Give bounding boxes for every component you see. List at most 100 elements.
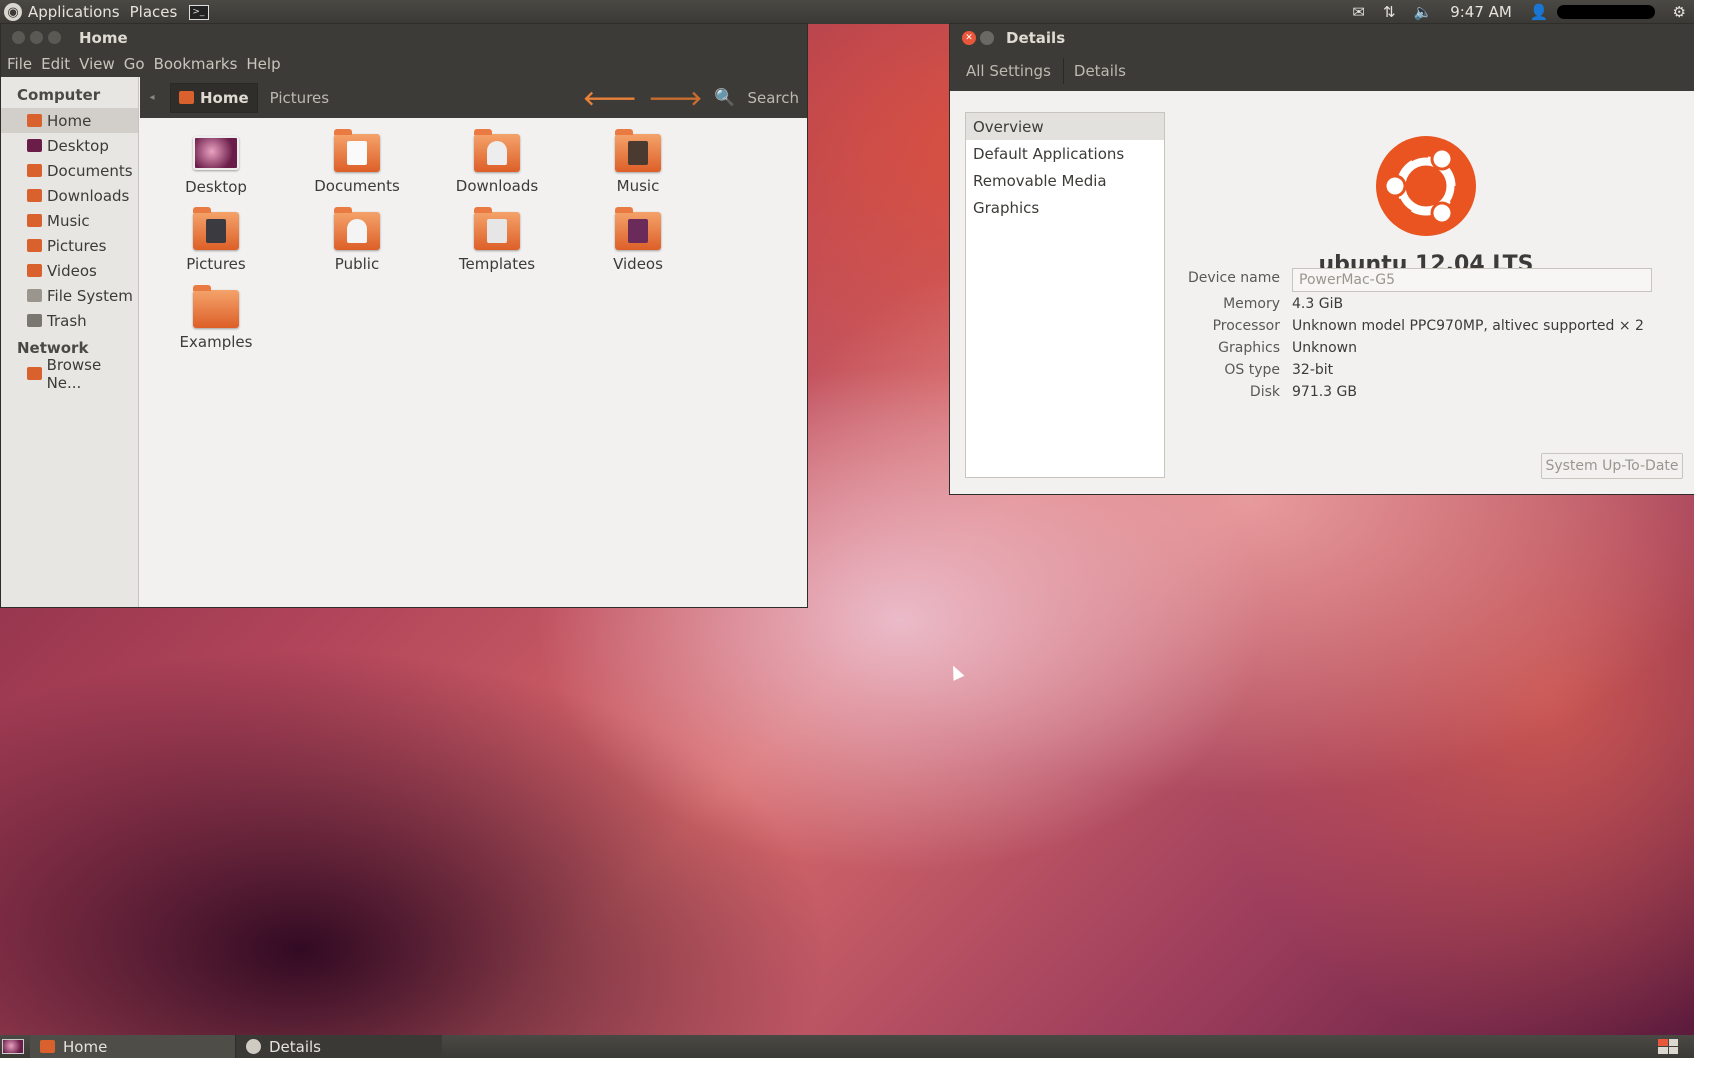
file-music[interactable]: Music [578,124,698,195]
menu-edit[interactable]: Edit [41,55,70,73]
examples-link-icon [193,285,239,328]
bottom-panel: Home Details [0,1035,1694,1058]
disk-row: Disk 971.3 GB [1150,384,1690,406]
documents-folder-icon [334,129,380,172]
window-title: Home [79,28,128,47]
settings-breadcrumb: All Settings Details [950,51,1694,91]
file-public[interactable]: Public [297,202,417,273]
menu-go[interactable]: Go [124,55,145,73]
sidebar-item-videos[interactable]: Videos [1,258,138,283]
maximize-button[interactable] [48,31,61,44]
file-pictures[interactable]: Pictures [156,202,276,273]
minimize-button[interactable] [980,30,994,45]
file-desktop[interactable]: Desktop [156,124,276,196]
device-name-field[interactable]: PowerMac-G5 [1292,268,1652,292]
taskbar-item-details[interactable]: Details [236,1035,442,1058]
disk-value: 971.3 GB [1292,384,1357,400]
templates-folder-icon [474,207,520,250]
close-icon[interactable]: ✕ [962,30,976,45]
processor-row: Processor Unknown model PPC970MP, altive… [1150,318,1690,340]
processor-label: Processor [1212,318,1280,334]
graphics-label: Graphics [1218,340,1280,356]
sidebar-item-home[interactable]: Home [1,108,138,133]
os-type-label: OS type [1224,362,1280,378]
top-panel: ◉ Applications Places >_ ✉ ⇅ 🔈 9:47 AM 👤… [0,0,1694,24]
sidebar-item-pictures[interactable]: Pictures [1,233,138,258]
drive-icon [27,289,42,302]
file-examples[interactable]: Examples [156,280,276,351]
sidebar-item-desktop[interactable]: Desktop [1,133,138,158]
gear-icon[interactable]: ⚙ [1673,3,1686,21]
file-videos[interactable]: Videos [578,202,698,273]
menu-places[interactable]: Places [130,3,178,21]
file-view: Desktop Documents Downloads Music Pictur… [140,118,807,607]
sidebar-header-computer: Computer [17,86,101,104]
menu-view[interactable]: View [79,55,115,73]
minimize-button[interactable] [30,31,43,44]
volume-icon[interactable]: 🔈 [1414,3,1433,21]
section-removable-media[interactable]: Removable Media [966,167,1164,194]
search-icon[interactable]: 🔍 [714,88,735,108]
menu-applications[interactable]: Applications [28,3,120,21]
breadcrumb-left-icon[interactable]: ◂ [142,92,162,103]
taskbar-item-home[interactable]: Home [30,1035,236,1058]
system-up-to-date-button[interactable]: System Up-To-Date [1541,453,1683,479]
sidebar-item-music[interactable]: Music [1,208,138,233]
disk-label: Disk [1249,384,1280,400]
memory-value: 4.3 GiB [1292,296,1344,312]
processor-value: Unknown model PPC970MP, altivec supporte… [1292,318,1644,334]
network-icon[interactable]: ⇅ [1383,3,1396,21]
desktop-icon [193,136,239,170]
ubuntu-logo-icon[interactable]: ◉ [4,3,22,21]
network-folder-icon [27,367,42,380]
file-documents[interactable]: Documents [297,124,417,195]
search-button[interactable]: Search [747,89,799,107]
trash-icon [27,314,42,327]
home-folder-icon [40,1040,55,1053]
videos-folder-icon [615,207,661,250]
breadcrumb-home[interactable]: Home [170,82,258,113]
mail-icon[interactable]: ✉ [1352,3,1365,21]
file-manager-titlebar[interactable]: Home [1,24,807,51]
section-overview[interactable]: Overview [966,113,1164,140]
downloads-folder-icon [27,189,42,202]
close-button[interactable] [12,31,25,44]
all-settings-button[interactable]: All Settings [964,58,1053,84]
sidebar-item-file-system[interactable]: File System [1,283,138,308]
menu-help[interactable]: Help [246,55,280,73]
sidebar-item-downloads[interactable]: Downloads [1,183,138,208]
forward-arrow-icon[interactable]: 🡒 [649,86,703,110]
documents-folder-icon [27,164,42,177]
section-graphics[interactable]: Graphics [966,194,1164,221]
file-downloads[interactable]: Downloads [437,124,557,195]
desktop: ◉ Applications Places >_ ✉ ⇅ 🔈 9:47 AM 👤… [0,0,1694,1058]
pictures-folder-icon [27,239,42,252]
user-icon[interactable]: 👤 [1530,3,1549,21]
mouse-cursor-icon [947,663,965,681]
details-titlebar[interactable]: ✕ Details [950,24,1694,51]
user-name-redacted[interactable] [1556,5,1655,19]
music-folder-icon [615,129,661,172]
details-crumb[interactable]: Details [1062,58,1128,84]
downloads-folder-icon [474,129,520,172]
clock[interactable]: 9:47 AM [1450,3,1512,21]
terminal-icon[interactable]: >_ [189,4,210,20]
ubuntu-logo-icon [1376,136,1476,236]
os-type-row: OS type 32-bit [1150,362,1690,384]
section-default-applications[interactable]: Default Applications [966,140,1164,167]
back-arrow-icon[interactable]: 🡐 [583,86,637,110]
menu-bookmarks[interactable]: Bookmarks [154,55,238,73]
menu-file[interactable]: File [7,55,32,73]
memory-label: Memory [1223,296,1280,312]
graphics-row: Graphics Unknown [1150,340,1690,362]
show-desktop-button[interactable] [2,1039,24,1054]
sidebar-item-trash[interactable]: Trash [1,308,138,333]
breadcrumb-pictures[interactable]: Pictures [258,89,341,107]
file-templates[interactable]: Templates [437,202,557,273]
workspace-switcher[interactable] [1658,1039,1678,1054]
sidebar-item-documents[interactable]: Documents [1,158,138,183]
details-section-list: Overview Default Applications Removable … [965,112,1165,478]
home-folder-icon [179,91,194,104]
sidebar-item-browse-network[interactable]: Browse Ne... [1,356,138,392]
home-folder-icon [27,114,42,127]
